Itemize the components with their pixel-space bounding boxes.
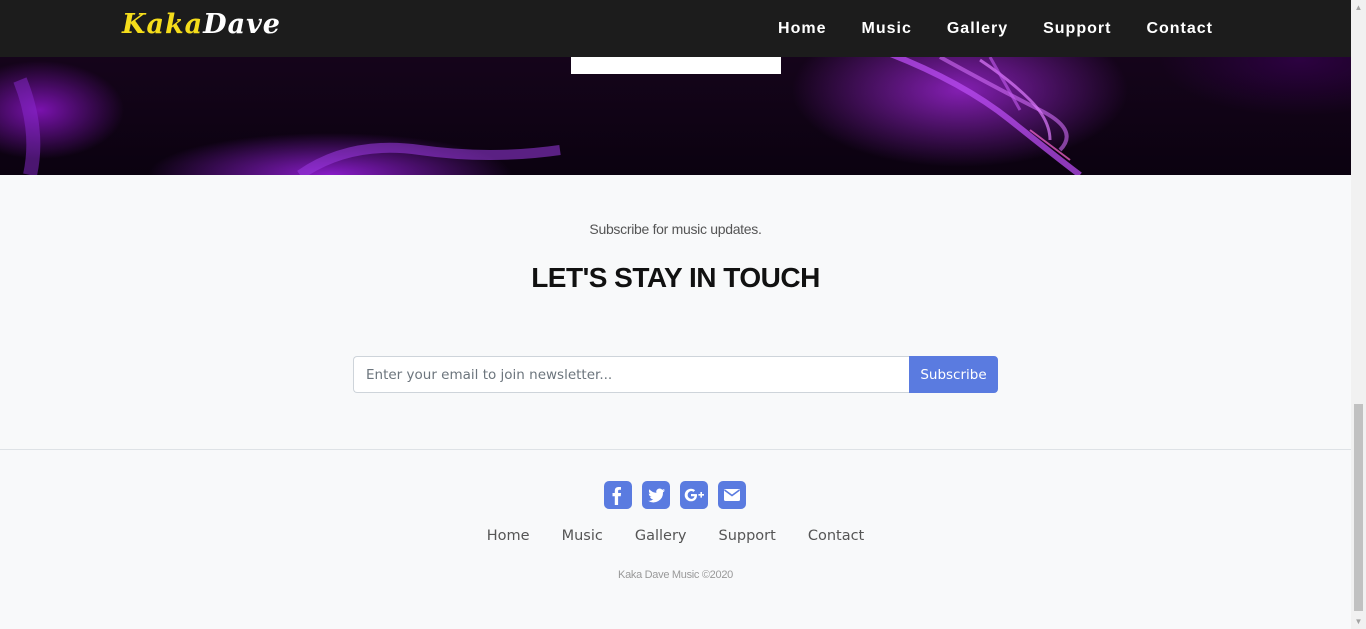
subscribe-button[interactable]: Subscribe [909,356,998,393]
footer-home-link[interactable]: Home [487,528,530,544]
nav-support-link[interactable]: Support [1043,20,1111,38]
brand-part-2: Dave [203,9,281,40]
newsletter-email-input[interactable] [353,356,909,393]
social-links [604,481,746,509]
page: KakaDave Home Music Gallery Support Cont… [0,0,1351,629]
footer-support-link[interactable]: Support [719,528,776,544]
footer: Home Music Gallery Support Contact Kaka … [0,450,1351,629]
nav-gallery-link[interactable]: Gallery [947,20,1008,38]
footer-music-link[interactable]: Music [562,528,603,544]
newsletter-section: Subscribe for music updates. LET'S STAY … [0,175,1351,450]
scroll-down-arrow-icon[interactable]: ▼ [1351,614,1366,629]
scroll-up-arrow-icon[interactable]: ▲ [1351,0,1366,15]
footer-nav: Home Music Gallery Support Contact [0,528,1351,544]
facebook-icon[interactable] [604,481,632,509]
vertical-scrollbar[interactable]: ▲ ▼ [1351,0,1366,629]
newsletter-title: LET'S STAY IN TOUCH [531,262,820,293]
brand-part-1: Kaka [122,9,204,40]
navbar: KakaDave Home Music Gallery Support Cont… [0,0,1351,57]
scrollbar-thumb[interactable] [1354,404,1363,611]
newsletter-subtitle: Subscribe for music updates. [589,221,762,237]
main-nav: Home Music Gallery Support Contact [743,0,1213,57]
footer-contact-link[interactable]: Contact [808,528,864,544]
twitter-icon[interactable] [642,481,670,509]
copyright-text: Kaka Dave Music ©2020 [618,569,733,581]
nav-contact-link[interactable]: Contact [1146,20,1213,38]
footer-gallery-link[interactable]: Gallery [635,528,687,544]
google-plus-icon[interactable] [680,481,708,509]
nav-music-link[interactable]: Music [862,20,912,38]
nav-home-link[interactable]: Home [778,20,826,38]
newsletter-form: Subscribe [353,356,998,393]
envelope-icon[interactable] [718,481,746,509]
brand-logo[interactable]: KakaDave [122,7,281,43]
